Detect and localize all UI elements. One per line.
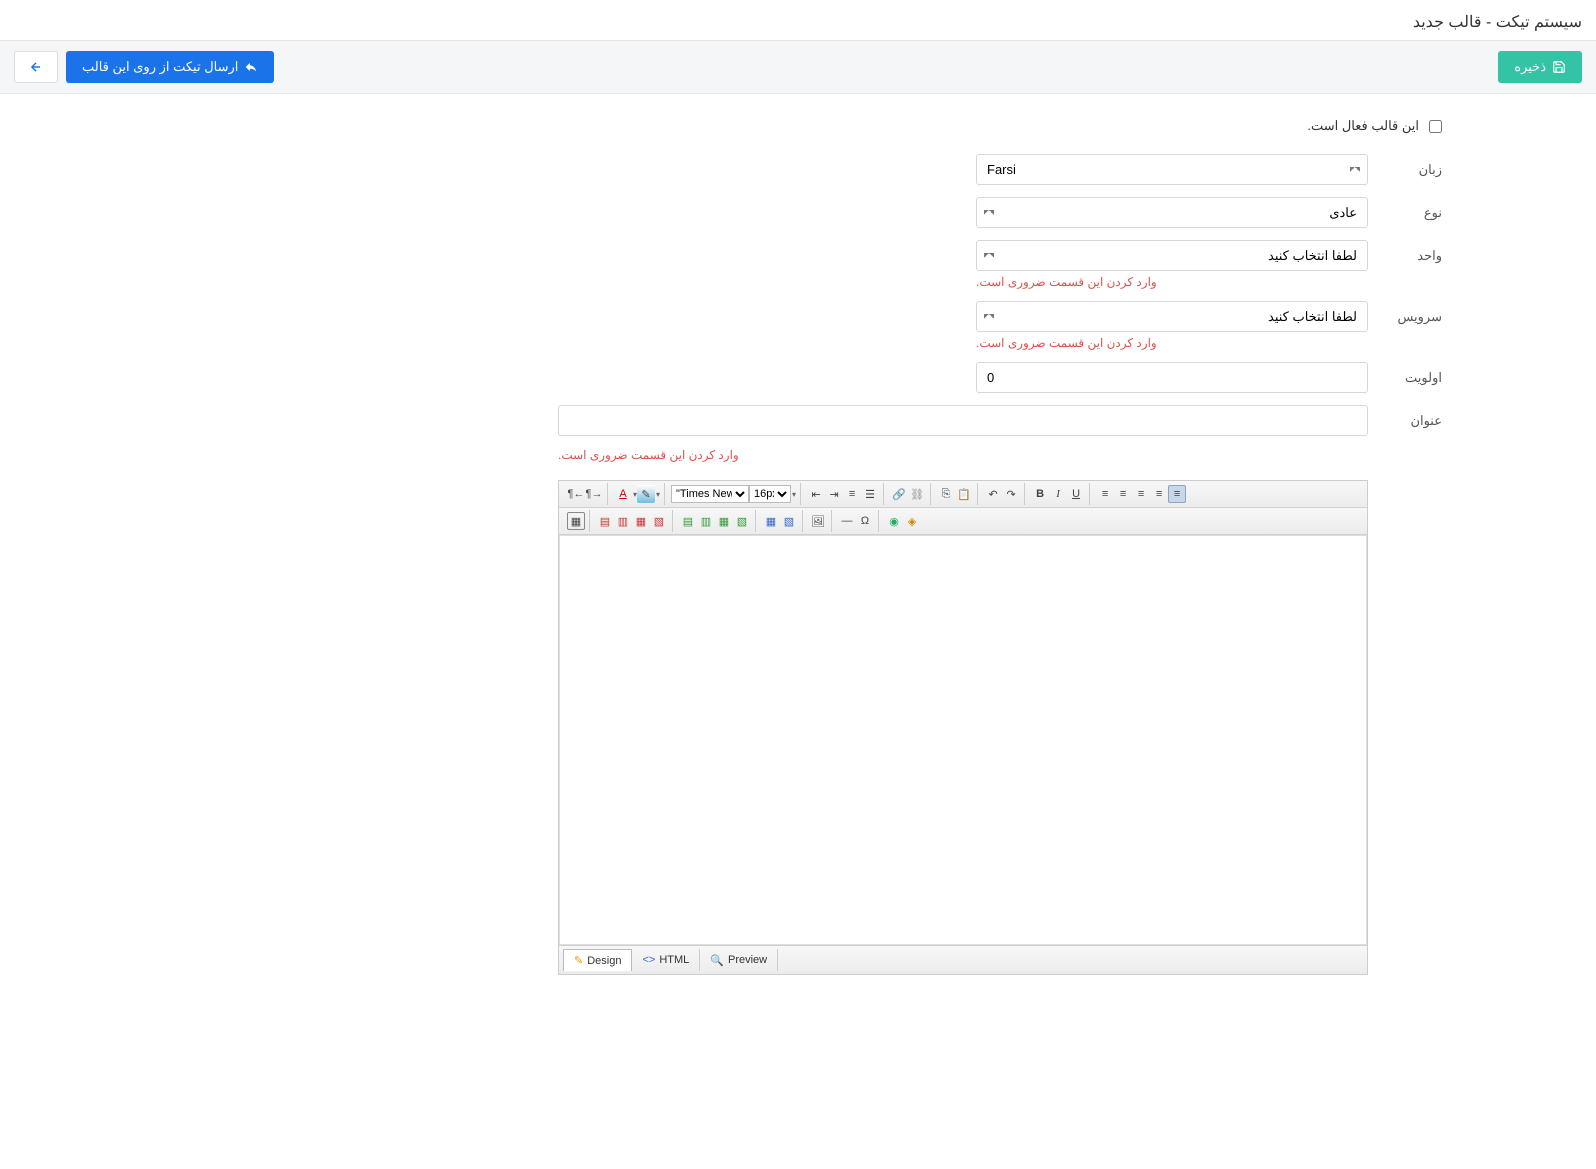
tab-design[interactable]: ✎ Design xyxy=(563,949,632,971)
ordered-list-icon[interactable]: ≡ xyxy=(843,485,861,503)
unit-label: واحد xyxy=(1382,240,1442,264)
pencil-icon: ✎ xyxy=(574,954,583,967)
highlight-icon[interactable]: ✎ xyxy=(637,485,655,503)
unlink-icon[interactable]: ⛓ xyxy=(908,485,926,503)
send-ticket-label: ارسال تیکت از روی این قالب xyxy=(82,59,238,75)
unit-select[interactable]: لطفا انتخاب کنید xyxy=(976,240,1368,271)
row-delete-icon[interactable]: ▦ xyxy=(632,512,650,530)
send-ticket-button[interactable]: ارسال تیکت از روی این قالب xyxy=(66,51,274,83)
code-icon: <> xyxy=(642,954,655,966)
link-icon[interactable]: 🔗 xyxy=(890,485,908,503)
copy-icon[interactable]: ⎘ xyxy=(937,485,955,503)
language-label: زبان xyxy=(1382,154,1442,178)
editor-content-area[interactable] xyxy=(559,535,1367,945)
language-select[interactable]: Farsi xyxy=(976,154,1368,185)
paste-icon[interactable]: 📋 xyxy=(955,485,973,503)
outdent-icon[interactable]: ⇤ xyxy=(807,485,825,503)
cell-merge-icon[interactable]: ▦ xyxy=(762,512,780,530)
font-size-select[interactable]: 16px xyxy=(749,485,791,503)
col-delete-icon[interactable]: ▦ xyxy=(715,512,733,530)
underline-icon[interactable]: U xyxy=(1067,485,1085,503)
service-error: وارد کردن این قسمت ضروری است. xyxy=(976,336,1368,350)
insert-hr-icon[interactable]: — xyxy=(838,512,856,530)
insert-object-icon[interactable]: ◈ xyxy=(903,512,921,530)
unordered-list-icon[interactable]: ☰ xyxy=(861,485,879,503)
main-toolbar: ذخیره ارسال تیکت از روی این قالب xyxy=(0,40,1596,94)
font-family-select[interactable]: "Times New ... xyxy=(671,485,749,503)
image-icon[interactable]: 🖼 xyxy=(809,512,827,530)
save-button-label: ذخیره xyxy=(1514,59,1546,75)
tab-preview[interactable]: 🔍 Preview xyxy=(700,949,778,971)
back-button[interactable] xyxy=(14,51,58,83)
font-color-icon[interactable]: A xyxy=(614,485,632,503)
paragraph-ltr-icon[interactable]: ¶← xyxy=(567,485,585,503)
chevron-down-icon[interactable]: ▾ xyxy=(656,490,660,499)
arrow-left-icon xyxy=(29,60,43,74)
tab-design-label: Design xyxy=(587,955,621,967)
title-error: وارد کردن این قسمت ضروری است. xyxy=(558,448,1368,462)
undo-icon[interactable]: ↶ xyxy=(984,485,1002,503)
redo-icon[interactable]: ↷ xyxy=(1002,485,1020,503)
editor-toolbar-row-1: ¶← ¶→ A▾ ✎▾ "Times New ... 16px▾ ⇤ ⇥ ≡ ☰ xyxy=(559,481,1367,508)
row-insert-above-icon[interactable]: ▤ xyxy=(596,512,614,530)
insert-media-icon[interactable]: ◉ xyxy=(885,512,903,530)
align-right-icon[interactable]: ≡ xyxy=(1132,485,1150,503)
save-button[interactable]: ذخیره xyxy=(1498,51,1582,83)
align-default-icon[interactable]: ≡ xyxy=(1168,485,1186,503)
title-label: عنوان xyxy=(1382,405,1442,429)
reply-icon xyxy=(244,60,258,74)
align-justify-icon[interactable]: ≡ xyxy=(1150,485,1168,503)
editor-footer: ✎ Design <> HTML 🔍 Preview xyxy=(559,945,1367,974)
title-input[interactable] xyxy=(558,405,1368,436)
page-title: سیستم تیکت - قالب جدید xyxy=(0,0,1596,40)
active-checkbox[interactable] xyxy=(1429,120,1442,133)
bold-icon[interactable]: B xyxy=(1031,485,1049,503)
insert-symbol-icon[interactable]: Ω xyxy=(856,512,874,530)
col-insert-right-icon[interactable]: ▥ xyxy=(697,512,715,530)
service-label: سرویس xyxy=(1382,301,1442,325)
active-checkbox-row: این قالب فعال است. xyxy=(512,118,1442,134)
priority-input[interactable] xyxy=(976,362,1368,393)
tab-html-label: HTML xyxy=(659,954,689,966)
italic-icon[interactable]: I xyxy=(1049,485,1067,503)
col-insert-left-icon[interactable]: ▤ xyxy=(679,512,697,530)
magnifier-icon: 🔍 xyxy=(710,954,724,967)
row-insert-below-icon[interactable]: ▥ xyxy=(614,512,632,530)
row-merge-icon[interactable]: ▧ xyxy=(650,512,668,530)
col-merge-icon[interactable]: ▧ xyxy=(733,512,751,530)
rich-text-editor: ¶← ¶→ A▾ ✎▾ "Times New ... 16px▾ ⇤ ⇥ ≡ ☰ xyxy=(558,480,1368,975)
cell-split-icon[interactable]: ▧ xyxy=(780,512,798,530)
editor-toolbar-row-2: ▦ ▤ ▥ ▦ ▧ ▤ ▥ ▦ ▧ ▦ ▧ xyxy=(559,508,1367,535)
insert-table-icon[interactable]: ▦ xyxy=(567,512,585,530)
service-select[interactable]: لطفا انتخاب کنید xyxy=(976,301,1368,332)
align-left-icon[interactable]: ≡ xyxy=(1096,485,1114,503)
indent-icon[interactable]: ⇥ xyxy=(825,485,843,503)
align-center-icon[interactable]: ≡ xyxy=(1114,485,1132,503)
type-label: نوع xyxy=(1382,197,1442,221)
paragraph-rtl-icon[interactable]: ¶→ xyxy=(585,485,603,503)
type-select[interactable]: عادی xyxy=(976,197,1368,228)
save-icon xyxy=(1552,60,1566,74)
tab-html[interactable]: <> HTML xyxy=(632,949,700,971)
tab-preview-label: Preview xyxy=(728,954,767,966)
priority-label: اولویت xyxy=(1382,362,1442,386)
active-checkbox-label: این قالب فعال است. xyxy=(1307,118,1419,134)
chevron-down-icon[interactable]: ▾ xyxy=(792,490,796,499)
unit-error: وارد کردن این قسمت ضروری است. xyxy=(976,275,1368,289)
